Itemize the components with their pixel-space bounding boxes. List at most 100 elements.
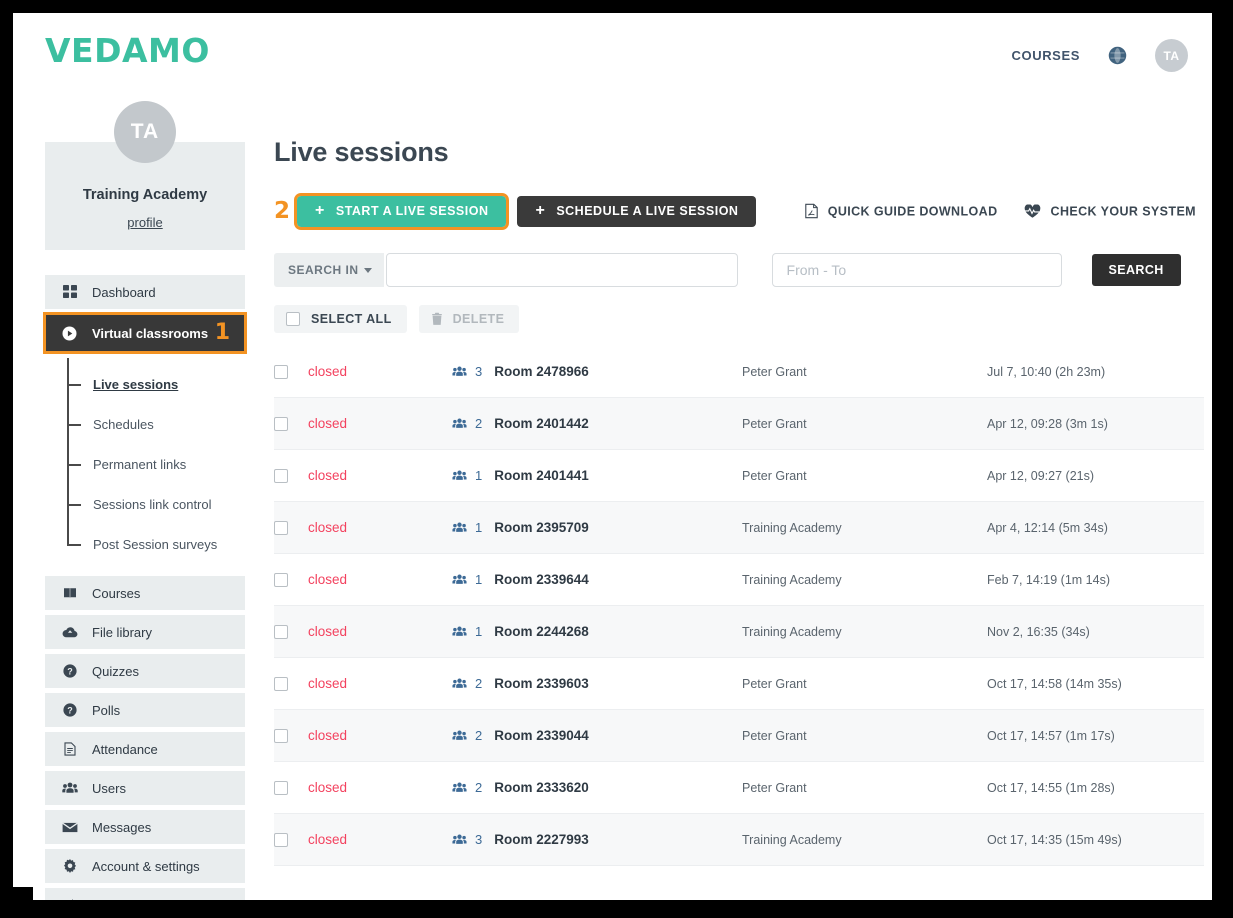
row-checkbox[interactable] xyxy=(274,676,288,691)
sidebar-item-messages[interactable]: Messages xyxy=(45,810,245,844)
sidebar-item-virtual-classrooms[interactable]: Virtual classrooms 1 xyxy=(43,312,247,354)
owner-cell: Peter Grant xyxy=(742,780,807,795)
room-name-link[interactable]: Room 2478966 xyxy=(494,364,589,379)
status-badge: closed xyxy=(308,364,348,379)
room-name-link[interactable]: Room 2395709 xyxy=(494,520,589,535)
table-row[interactable]: closed 2 Room 2333620 Peter Grant Oct 17… xyxy=(274,762,1204,814)
room-cell: 1 Room 2395709 xyxy=(452,520,742,535)
search-button[interactable]: SEARCH xyxy=(1091,254,1181,286)
delete-label: DELETE xyxy=(452,312,505,326)
room-name-link[interactable]: Room 2339603 xyxy=(494,676,589,691)
sidebar-subitem-schedules[interactable]: Schedules xyxy=(67,404,245,444)
row-checkbox[interactable] xyxy=(274,572,288,587)
schedule-live-session-button[interactable]: + SCHEDULE A LIVE SESSION xyxy=(517,195,757,227)
sidebar-item-polls[interactable]: ? Polls xyxy=(45,693,245,727)
sidebar-item-users[interactable]: Users xyxy=(45,771,245,805)
status-badge: closed xyxy=(308,728,348,743)
delete-button[interactable]: DELETE xyxy=(418,305,520,333)
room-name-link[interactable]: Room 2339044 xyxy=(494,728,589,743)
action-toolbar: 2 + START A LIVE SESSION + SCHEDULE A LI… xyxy=(274,192,1204,230)
app-window: VEDAMO COURSES TA TA Training Academy pr… xyxy=(33,13,1212,900)
search-input[interactable] xyxy=(385,253,738,287)
sidebar-item-courses[interactable]: Courses xyxy=(45,576,245,610)
room-name-link[interactable]: Room 2401442 xyxy=(494,416,589,431)
sidebar-subitem-sessions-link-control[interactable]: Sessions link control xyxy=(67,484,245,524)
table-row[interactable]: closed 2 Room 2339044 Peter Grant Oct 17… xyxy=(274,710,1204,762)
participants-icon xyxy=(452,418,467,429)
nav-courses-link[interactable]: COURSES xyxy=(1012,48,1081,63)
plus-icon: + xyxy=(535,202,546,219)
row-checkbox[interactable] xyxy=(274,728,288,743)
room-name-link[interactable]: Room 2339644 xyxy=(494,572,589,587)
date-duration-cell: Apr 12, 09:27 (21s) xyxy=(987,468,1095,483)
check-your-system-label: CHECK YOUR SYSTEM xyxy=(1050,204,1196,218)
profile-card: TA Training Academy profile xyxy=(45,101,245,250)
row-checkbox-cell xyxy=(274,676,308,691)
schedule-live-session-label: SCHEDULE A LIVE SESSION xyxy=(556,204,739,218)
room-cell: 2 Room 2339603 xyxy=(452,676,742,691)
sidebar-item-integrations[interactable]: Integrations xyxy=(45,888,245,900)
room-cell: 2 Room 2339044 xyxy=(452,728,742,743)
check-your-system-link[interactable]: CHECK YOUR SYSTEM xyxy=(1024,204,1196,218)
sidebar-item-attendance[interactable]: Attendance xyxy=(45,732,245,766)
status-badge: closed xyxy=(308,572,348,587)
table-row[interactable]: closed 3 Room 2478966 Peter Grant Jul 7,… xyxy=(274,346,1204,398)
row-checkbox-cell xyxy=(274,780,308,795)
row-checkbox[interactable] xyxy=(274,520,288,535)
sidebar-item-quizzes[interactable]: ? Quizzes xyxy=(45,654,245,688)
row-checkbox-cell xyxy=(274,832,308,847)
date-duration-cell: Oct 17, 14:55 (1m 28s) xyxy=(987,780,1115,795)
room-name-link[interactable]: Room 2401441 xyxy=(494,468,589,483)
question-circle-icon: ? xyxy=(61,664,78,679)
owner-cell: Training Academy xyxy=(742,624,842,639)
row-checkbox[interactable] xyxy=(274,780,288,795)
row-checkbox[interactable] xyxy=(274,364,288,379)
row-checkbox[interactable] xyxy=(274,832,288,847)
date-range-input[interactable] xyxy=(771,253,1062,287)
row-checkbox-cell xyxy=(274,364,308,379)
participants-icon xyxy=(452,730,467,741)
sidebar-item-label: File library xyxy=(92,624,152,640)
row-checkbox[interactable] xyxy=(274,416,288,431)
search-in-dropdown[interactable]: SEARCH IN xyxy=(274,253,384,287)
start-live-session-button[interactable]: + START A LIVE SESSION xyxy=(294,192,510,230)
row-checkbox-cell xyxy=(274,572,308,587)
header-avatar[interactable]: TA xyxy=(1155,39,1188,72)
sidebar-subitem-post-session-surveys[interactable]: Post Session surveys xyxy=(67,524,245,564)
quick-guide-download-link[interactable]: QUICK GUIDE DOWNLOAD xyxy=(804,203,998,219)
date-duration-cell: Jul 7, 10:40 (2h 23m) xyxy=(987,364,1106,379)
date-duration-cell: Feb 7, 14:19 (1m 14s) xyxy=(987,572,1110,587)
table-row[interactable]: closed 1 Room 2401441 Peter Grant Apr 12… xyxy=(274,450,1204,502)
svg-text:?: ? xyxy=(67,666,73,676)
sidebar-nav-secondary: Courses File library ? Quizzes ? Polls A… xyxy=(45,576,245,900)
participants-count: 1 xyxy=(475,572,483,587)
sidebar-subitem-live-sessions[interactable]: Live sessions xyxy=(67,364,245,404)
room-name-link[interactable]: Room 2333620 xyxy=(494,780,589,795)
plus-icon: + xyxy=(315,202,325,219)
status-badge: closed xyxy=(308,624,348,639)
row-checkbox[interactable] xyxy=(274,468,288,483)
select-all-checkbox[interactable] xyxy=(286,312,300,326)
globe-icon[interactable] xyxy=(1108,46,1127,65)
table-row[interactable]: closed 1 Room 2395709 Training Academy A… xyxy=(274,502,1204,554)
sessions-table: closed 3 Room 2478966 Peter Grant Jul 7,… xyxy=(274,346,1204,866)
select-all-button[interactable]: SELECT ALL xyxy=(274,305,407,333)
status-badge: closed xyxy=(308,468,348,483)
sidebar-item-dashboard[interactable]: Dashboard xyxy=(45,275,245,309)
table-row[interactable]: closed 2 Room 2339603 Peter Grant Oct 17… xyxy=(274,658,1204,710)
room-cell: 3 Room 2478966 xyxy=(452,364,742,379)
table-row[interactable]: closed 3 Room 2227993 Training Academy O… xyxy=(274,814,1204,866)
participants-icon xyxy=(452,574,467,585)
table-row[interactable]: closed 1 Room 2244268 Training Academy N… xyxy=(274,606,1204,658)
table-row[interactable]: closed 2 Room 2401442 Peter Grant Apr 12… xyxy=(274,398,1204,450)
profile-link[interactable]: profile xyxy=(127,215,162,230)
sidebar-item-file-library[interactable]: File library xyxy=(45,615,245,649)
row-checkbox-cell xyxy=(274,624,308,639)
row-checkbox[interactable] xyxy=(274,624,288,639)
room-name-link[interactable]: Room 2227993 xyxy=(494,832,589,847)
room-name-link[interactable]: Room 2244268 xyxy=(494,624,589,639)
table-row[interactable]: closed 1 Room 2339644 Training Academy F… xyxy=(274,554,1204,606)
sidebar-item-account-settings[interactable]: Account & settings xyxy=(45,849,245,883)
vedamo-logo[interactable]: VEDAMO xyxy=(45,31,210,70)
sidebar-subitem-permanent-links[interactable]: Permanent links xyxy=(67,444,245,484)
